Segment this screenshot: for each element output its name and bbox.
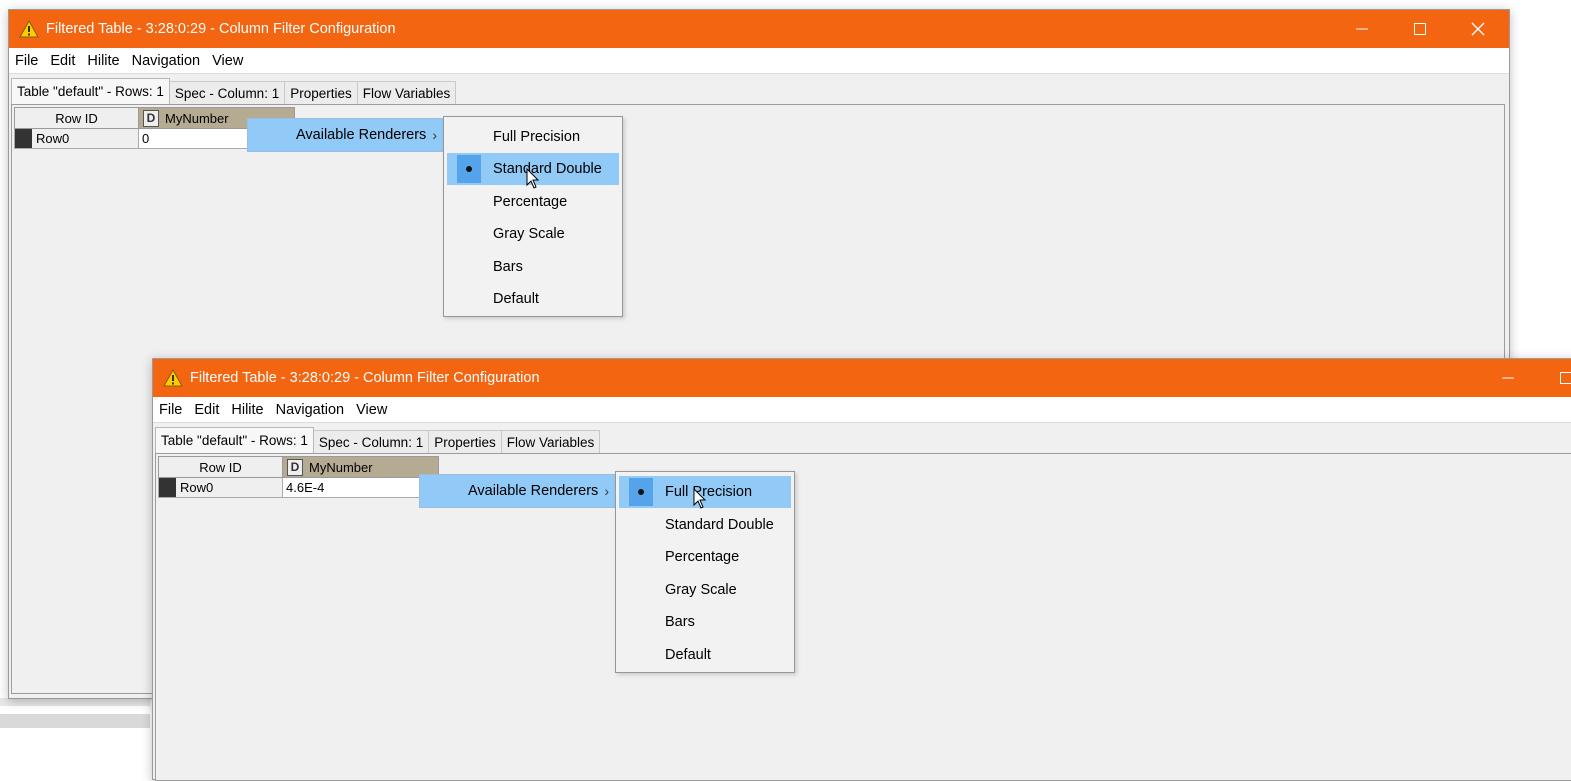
double-type-icon: D xyxy=(143,110,159,127)
menu-hilite[interactable]: Hilite xyxy=(81,53,125,69)
maximize-button[interactable] xyxy=(1537,359,1571,397)
chevron-right-icon: › xyxy=(604,483,609,499)
tab-spec[interactable]: Spec - Column: 1 xyxy=(169,81,285,104)
menu-view[interactable]: View xyxy=(206,53,249,69)
row-id-cell: Row0 xyxy=(14,129,139,149)
close-icon xyxy=(1471,22,1485,36)
row-id-header[interactable]: Row ID xyxy=(14,107,139,129)
menu-edit[interactable]: Edit xyxy=(44,53,81,69)
chevron-right-icon: › xyxy=(432,127,437,143)
tab-table[interactable]: Table "default" - Rows: 1 xyxy=(155,427,314,453)
window-title: Filtered Table - 3:28:0:29 - Column Filt… xyxy=(190,370,540,386)
renderer-default[interactable]: Default xyxy=(447,283,619,315)
double-type-icon: D xyxy=(287,459,303,476)
tab-flow-variables[interactable]: Flow Variables xyxy=(357,81,457,104)
renderer-bars[interactable]: Bars xyxy=(619,606,791,638)
row-id: Row0 xyxy=(180,480,213,495)
table-header: Row ID D MyNumber xyxy=(158,456,439,478)
column-name: MyNumber xyxy=(165,111,229,126)
minimize-icon xyxy=(1502,372,1514,384)
tab-properties[interactable]: Properties xyxy=(284,81,358,104)
renderer-default[interactable]: Default xyxy=(619,639,791,671)
maximize-button[interactable] xyxy=(1391,10,1449,48)
table-panel: Row ID D MyNumber Row0 4.6E-4 xyxy=(155,453,1571,781)
renderer-bars[interactable]: Bars xyxy=(447,251,619,283)
title-bar[interactable]: Filtered Table - 3:28:0:29 - Column Filt… xyxy=(9,10,1509,48)
value-cell[interactable]: 4.6E-4 xyxy=(283,478,439,498)
tab-strip: Table "default" - Rows: 1 Spec - Column:… xyxy=(155,429,599,453)
renderer-percentage[interactable]: Percentage xyxy=(447,186,619,218)
row-id-header[interactable]: Row ID xyxy=(158,456,283,478)
menu-edit[interactable]: Edit xyxy=(188,402,225,418)
column-header-mynumber[interactable]: D MyNumber xyxy=(283,456,439,478)
renderer-percentage[interactable]: Percentage xyxy=(619,541,791,573)
renderer-gray-scale[interactable]: Gray Scale xyxy=(447,218,619,250)
menu-navigation[interactable]: Navigation xyxy=(270,402,351,418)
menu-hilite[interactable]: Hilite xyxy=(225,402,269,418)
available-renderers-label: Available Renderers xyxy=(296,127,426,143)
tab-properties[interactable]: Properties xyxy=(428,430,502,453)
tab-strip: Table "default" - Rows: 1 Spec - Column:… xyxy=(11,80,455,104)
background-strip xyxy=(0,714,150,728)
row-id-cell: Row0 xyxy=(158,478,283,498)
menu-view[interactable]: View xyxy=(350,402,393,418)
renderer-full-precision[interactable]: Full Precision xyxy=(447,121,619,153)
tab-spec[interactable]: Spec - Column: 1 xyxy=(313,430,429,453)
tab-table[interactable]: Table "default" - Rows: 1 xyxy=(11,78,170,104)
knime-warning-icon xyxy=(19,20,39,38)
maximize-icon xyxy=(1414,23,1426,35)
close-button[interactable] xyxy=(1449,10,1507,48)
window-front: Filtered Table - 3:28:0:29 - Column Filt… xyxy=(152,358,1571,780)
renderer-standard-double[interactable]: Standard Double xyxy=(619,509,791,541)
window-title: Filtered Table - 3:28:0:29 - Column Filt… xyxy=(46,21,396,37)
renderer-gray-scale[interactable]: Gray Scale xyxy=(619,574,791,606)
row-marker xyxy=(15,129,32,148)
available-renderers-label: Available Renderers xyxy=(468,483,598,499)
minimize-icon xyxy=(1356,23,1368,35)
mouse-cursor-icon xyxy=(693,488,707,510)
minimize-button[interactable] xyxy=(1333,10,1391,48)
menu-file[interactable]: File xyxy=(153,402,188,418)
row-marker xyxy=(159,478,176,497)
background-strip xyxy=(0,698,150,706)
knime-warning-icon xyxy=(163,369,183,387)
menu-bar: File Edit Hilite Navigation View xyxy=(9,48,1509,74)
menu-bar: File Edit Hilite Navigation View xyxy=(153,397,1571,423)
minimize-button[interactable] xyxy=(1479,359,1537,397)
column-name: MyNumber xyxy=(309,460,373,475)
renderer-submenu: Full Precision Standard Double Percentag… xyxy=(443,116,623,317)
menu-file[interactable]: File xyxy=(9,53,44,69)
maximize-icon xyxy=(1560,372,1571,384)
available-renderers-menu-item[interactable]: Available Renderers › xyxy=(419,474,616,508)
radio-selected-icon xyxy=(629,478,653,506)
available-renderers-menu-item[interactable]: Available Renderers › xyxy=(247,118,444,152)
menu-navigation[interactable]: Navigation xyxy=(126,53,207,69)
table-row[interactable]: Row0 4.6E-4 xyxy=(158,478,439,498)
title-bar[interactable]: Filtered Table - 3:28:0:29 - Column Filt… xyxy=(153,359,1571,397)
mouse-cursor-icon xyxy=(526,168,540,190)
tab-flow-variables[interactable]: Flow Variables xyxy=(501,430,601,453)
radio-selected-icon xyxy=(457,155,481,183)
row-id: Row0 xyxy=(36,131,69,146)
